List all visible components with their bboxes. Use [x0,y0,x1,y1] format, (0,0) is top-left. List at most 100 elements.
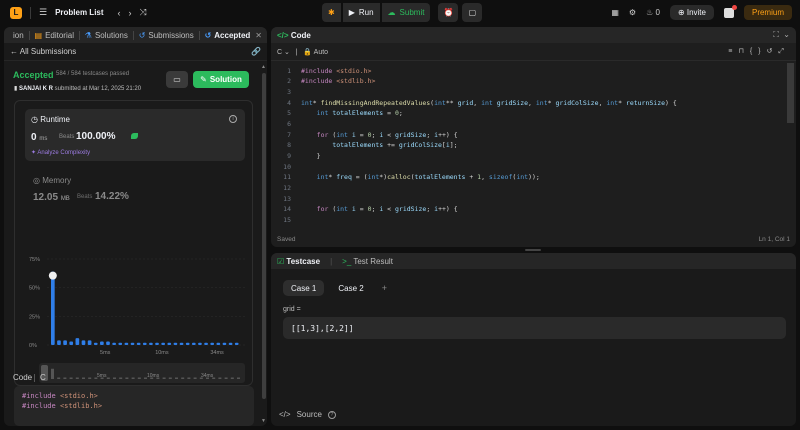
test-result-label: Test Result [353,256,393,266]
testcases-passed: 584 / 584 testcases passed [56,71,130,77]
reset-icon[interactable]: ↺ [767,48,779,55]
streak-counter[interactable]: ♨ 0 [646,8,660,17]
tab-label: ion [13,30,24,40]
user-avatar-icon: ▮ [14,86,18,92]
submit-button[interactable]: ☁ Submit [381,3,431,22]
editor-tools: ≡⊓{}↺⤢ [728,47,790,56]
play-icon: ▶ [348,8,355,17]
shuffle-icon[interactable]: ⤨ [140,7,147,18]
testcase-label: Testcase [286,256,321,266]
link-icon[interactable]: 🔗 [251,47,261,56]
language-select[interactable]: C ⌄ [277,49,290,56]
memory-value: 12.05 MB [33,192,70,203]
tab-solutions[interactable]: ⚗ Solutions [80,27,133,43]
runtime-unit: ms [39,136,48,142]
braces-icon[interactable]: {} [750,48,767,55]
chart-bar [130,342,135,345]
overview-bar [181,377,185,379]
tab-accepted[interactable]: ↺ Accepted ✕ [200,27,267,43]
settings-gear-icon[interactable]: ⚙ [629,8,636,17]
overview-bar [162,377,166,379]
avatar[interactable] [723,4,737,18]
line-number: 7 [287,131,291,139]
overview-bar [119,377,123,379]
auto-mode[interactable]: 🔒 Auto [303,49,328,56]
sparkle-icon: ✦ [31,150,37,156]
left-scrollbar[interactable] [262,73,266,399]
divider [34,374,35,382]
timer-button[interactable]: ⏰ [438,3,459,22]
chevron-down-icon: ⌄ [284,48,290,56]
layout-grid-icon[interactable]: ▦ [611,8,619,17]
chevron-right-icon[interactable]: › [129,8,132,18]
overview-bar [113,377,116,379]
runtime-beats-pct: 100.00% [76,131,116,142]
runtime-title: ◷ Runtime [31,115,70,124]
tab-description[interactable]: ion [8,27,29,43]
panel-resize-handle[interactable] [525,249,541,251]
case-1-tab[interactable]: Case 1 [283,280,325,296]
notebook-button[interactable]: ▭ [166,71,188,88]
submitter-name[interactable]: SANJAI K R [19,86,53,92]
runtime-distribution-chart[interactable]: 75% 50% 25% 0% 5ms 10ms 34ms 5ms 10ms 34ms [15,221,254,387]
code-editor[interactable]: 1 #include <stdio.h> 2 #include <stdlib.… [271,63,796,231]
code-line: int* freq = (int*)calloc(totalElements +… [316,173,540,181]
scroll-down-icon[interactable]: ▼ [261,418,266,424]
add-user-icon: ⊕ [677,8,685,17]
debug-button[interactable]: ✱ [322,3,341,22]
overview-bar [230,377,234,379]
bookmark-icon[interactable]: ⊓ [738,48,749,55]
problem-list-link[interactable]: Problem List [55,8,103,17]
chart-bar [100,341,104,345]
source-link[interactable]: Source [297,410,322,419]
tab-test-result[interactable]: >_ Test Result [342,257,393,266]
solution-button[interactable]: ✎ Solution [193,71,249,88]
chart-bar [124,342,129,345]
add-case-icon[interactable]: + [382,283,387,293]
notes-button[interactable]: ▢ [462,3,483,22]
analyze-complexity-link[interactable]: ✦ Analyze Complexity [31,149,90,156]
case-2-tab[interactable]: Case 2 [330,280,371,296]
grid-input[interactable]: [[1,3],[2,2]] [283,317,786,339]
chevron-left-icon[interactable]: ‹ [118,8,121,18]
terminal-icon: >_ [342,256,352,266]
editor-scrollbar[interactable] [787,63,794,123]
tab-submissions[interactable]: ↺ Submissions [134,27,199,43]
leetcode-logo-icon[interactable]: L [10,6,22,19]
book-icon: ▤ [34,30,43,40]
tab-testcase[interactable]: ☑ Testcase [277,257,320,266]
chart-bar [81,340,86,345]
all-submissions-link[interactable]: ← All Submissions [10,47,76,56]
expand-icon[interactable]: ⤢ [778,48,790,55]
help-icon[interactable]: ? [327,410,336,419]
chart-bar [149,342,153,345]
list-icon[interactable]: ☰ [39,7,47,18]
maximize-icon[interactable]: ⛶ [773,30,779,39]
runtime-box[interactable]: ◷ Runtime i 0 ms Beats 100.00% ✦ Analyze… [25,109,245,161]
line-number: 3 [287,88,291,96]
code-panel-header: </> Code ⛶ ⌄ [271,27,796,43]
minimize-icon[interactable]: ⌄ [783,30,790,39]
overview-bar [193,377,197,379]
overview-bar [51,368,54,379]
chart-bar [87,340,92,345]
chart-bar [234,342,239,345]
invite-button[interactable]: ⊕ Invite [669,5,714,20]
close-icon[interactable]: ✕ [255,31,262,40]
overview-bar [175,377,178,379]
code-brackets-icon: </> [279,410,291,419]
run-button[interactable]: ▶ Run [342,3,380,22]
x-tick-label: 5ms [100,350,111,356]
tab-editorial[interactable]: ▤ Editorial [30,27,79,43]
runtime-value: 0 ms [31,132,47,143]
submitted-time: submitted at Mar 12, 2025 21:20 [54,86,142,92]
cloud-upload-icon: ☁ [387,8,396,17]
scroll-up-icon[interactable]: ▲ [261,64,266,70]
format-icon[interactable]: ≡ [728,48,738,55]
line-number: 6 [287,120,291,128]
premium-button[interactable]: Premium [743,5,792,20]
info-icon[interactable]: i [229,115,237,123]
memory-title[interactable]: ◎ Memory [33,176,71,185]
tab-label: Editorial [45,30,74,40]
chart-bar [167,342,172,345]
